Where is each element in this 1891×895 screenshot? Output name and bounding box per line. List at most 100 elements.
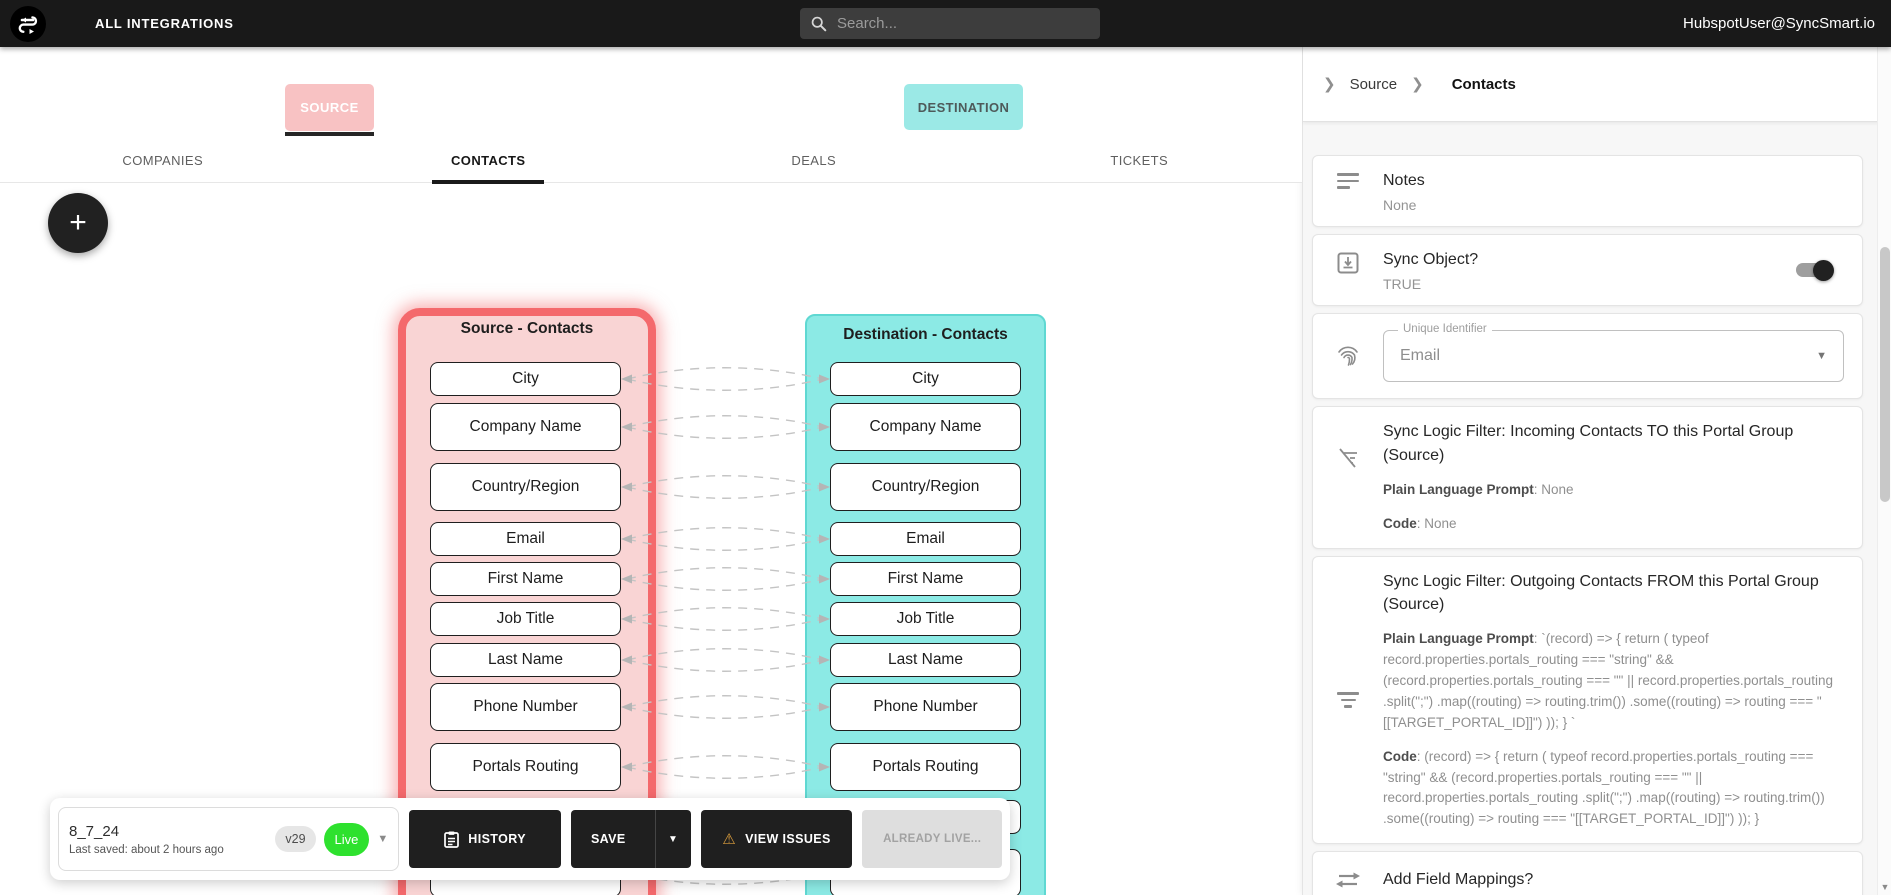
unique-identifier-row: Unique Identifier Email ▼ [1312,313,1863,400]
notes-row[interactable]: Notes None [1312,155,1863,228]
plp-label: Plain Language Prompt [1383,481,1534,497]
plp-value: : None [1533,481,1574,497]
dest-field-job-title[interactable]: Job Title [830,602,1021,636]
plp-label: Plain Language Prompt [1383,630,1534,646]
unique-identifier-value: Email [1400,347,1441,365]
notes-title: Notes [1383,172,1425,189]
source-field-city[interactable]: City [430,362,621,396]
tab-label: COMPANIES [122,152,204,168]
user-account[interactable]: HubspotUser@SyncSmart.io [1683,0,1875,47]
tab-label: CONTACTS [451,152,526,168]
all-integrations-link[interactable]: ALL INTEGRATIONS [95,16,234,31]
clipboard-icon [444,831,460,848]
incoming-plp: Plain Language Prompt: None [1383,480,1844,501]
outgoing-filter-row[interactable]: Sync Logic Filter: Outgoing Contacts FRO… [1312,555,1863,845]
scrollbar-thumb[interactable] [1880,247,1890,502]
last-saved-text: Last saved: about 2 hours ago [69,843,224,856]
topbar: ALL INTEGRATIONS HubspotUser@SyncSmart.i… [0,0,1891,47]
code-label: Code [1383,515,1417,531]
source-field-company-name[interactable]: Company Name [430,403,621,451]
unique-identifier-select[interactable]: Unique Identifier Email ▼ [1383,323,1844,383]
save-label[interactable]: SAVE [571,810,646,868]
code-value: : None [1416,515,1457,531]
version-name: 8_7_24 [69,822,120,840]
search-icon [811,16,827,32]
dest-field-email[interactable]: Email [830,522,1021,556]
outgoing-code: Code: (record) => { return ( typeof reco… [1383,747,1844,831]
dest-field-city[interactable]: City [830,362,1021,396]
panel-rows: Notes None Sync Object? TRUE Unique Iden… [1303,122,1891,895]
add-field-mappings-row[interactable]: Add Field Mappings? [1312,851,1863,895]
unique-identifier-label: Unique Identifier [1398,323,1492,336]
properties-panel: ❯ Source ❯ Contacts Notes None Sync Obje… [1302,47,1891,895]
tab-label: DEALS [791,152,837,168]
sync-object-value: TRUE [1383,276,1422,293]
sync-object-title: Sync Object? [1383,251,1479,269]
chevron-right-icon: ❯ [1411,76,1424,93]
syncsmart-logo-icon[interactable] [10,5,46,42]
tab-contacts[interactable]: CONTACTS [326,137,652,184]
source-field-phone-number[interactable]: Phone Number [430,683,621,731]
sync-object-row[interactable]: Sync Object? TRUE [1312,234,1863,307]
incoming-filter-row[interactable]: Sync Logic Filter: Incoming Contacts TO … [1312,406,1863,549]
already-live-button: ALREADY LIVE... [862,810,1003,868]
add-node-button[interactable]: + [48,193,108,253]
source-field-email[interactable]: Email [430,522,621,556]
save-dropdown-caret[interactable]: ▼ [654,810,691,868]
breadcrumb-source[interactable]: Source [1350,76,1398,93]
tab-label: TICKETS [1110,152,1169,168]
dest-field-portals-routing[interactable]: Portals Routing [830,743,1021,791]
outgoing-plp: Plain Language Prompt: `(record) => { re… [1383,629,1844,734]
dest-field-first-name[interactable]: First Name [830,562,1021,596]
source-field-first-name[interactable]: First Name [430,562,621,596]
dest-field-country-region[interactable]: Country/Region [830,463,1021,511]
source-button[interactable]: SOURCE [285,84,374,136]
filter-list-icon [1337,692,1359,712]
search-box[interactable] [800,8,1100,39]
breadcrumb: ❯ Source ❯ Contacts [1303,47,1891,122]
code-label: Code [1383,748,1417,764]
dest-field-phone-number[interactable]: Phone Number [830,683,1021,731]
version-number-badge: v29 [275,826,316,852]
source-field-last-name[interactable]: Last Name [430,643,621,677]
canvas-header: SOURCE DESTINATION COMPANIES CONTACTS DEAL… [0,47,1303,184]
version-card: 8_7_24 Last saved: about 2 hours ago v29… [58,807,400,871]
tab-tickets[interactable]: TICKETS [977,137,1303,183]
sync-object-toggle[interactable] [1796,260,1834,282]
scrollbar-down-arrow[interactable]: ▼ [1878,882,1891,892]
version-bar: 8_7_24 Last saved: about 2 hours ago v29… [50,798,1010,880]
filter-off-icon [1339,448,1357,468]
add-field-mappings-title: Add Field Mappings? [1383,871,1534,889]
chevron-right-icon: ❯ [1323,76,1336,93]
sync-object-icon [1337,252,1359,274]
dest-field-last-name[interactable]: Last Name [830,643,1021,677]
notes-icon [1337,173,1359,213]
object-tabs: COMPANIES CONTACTS DEALS TICKETS [0,137,1303,184]
code-value: : (record) => { return ( typeof record.p… [1383,748,1825,827]
panel-scrollbar[interactable]: ▼ [1877,47,1891,895]
view-issues-button[interactable]: ⚠ VIEW ISSUES [700,810,853,868]
incoming-code: Code: None [1383,514,1844,535]
destination-button[interactable]: DESTINATION [904,84,1023,130]
live-status-badge: Live [323,822,370,856]
destination-card-title: Destination - Contacts [843,326,1008,343]
view-issues-label: VIEW ISSUES [745,832,831,846]
source-field-portals-routing[interactable]: Portals Routing [430,743,621,791]
dest-field-company-name[interactable]: Company Name [830,403,1021,451]
source-card-title: Source - Contacts [460,320,594,337]
warning-icon: ⚠ [722,831,737,848]
history-button[interactable]: HISTORY [409,810,561,868]
source-field-country-region[interactable]: Country/Region [430,463,621,511]
search-input[interactable] [837,15,1077,32]
save-button[interactable]: SAVE ▼ [570,810,691,868]
select-caret-icon: ▼ [1816,350,1827,363]
source-field-job-title[interactable]: Job Title [430,602,621,636]
mapping-canvas[interactable]: SOURCE DESTINATION COMPANIES CONTACTS DEAL… [0,47,1302,895]
notes-value: None [1383,197,1417,214]
version-dropdown-caret[interactable]: ▼ [377,833,388,845]
tab-companies[interactable]: COMPANIES [0,137,326,183]
incoming-filter-title: Sync Logic Filter: Incoming Contacts TO … [1383,423,1794,464]
fingerprint-icon [1338,346,1358,367]
tab-deals[interactable]: DEALS [651,137,977,183]
breadcrumb-contacts[interactable]: Contacts [1452,76,1516,93]
